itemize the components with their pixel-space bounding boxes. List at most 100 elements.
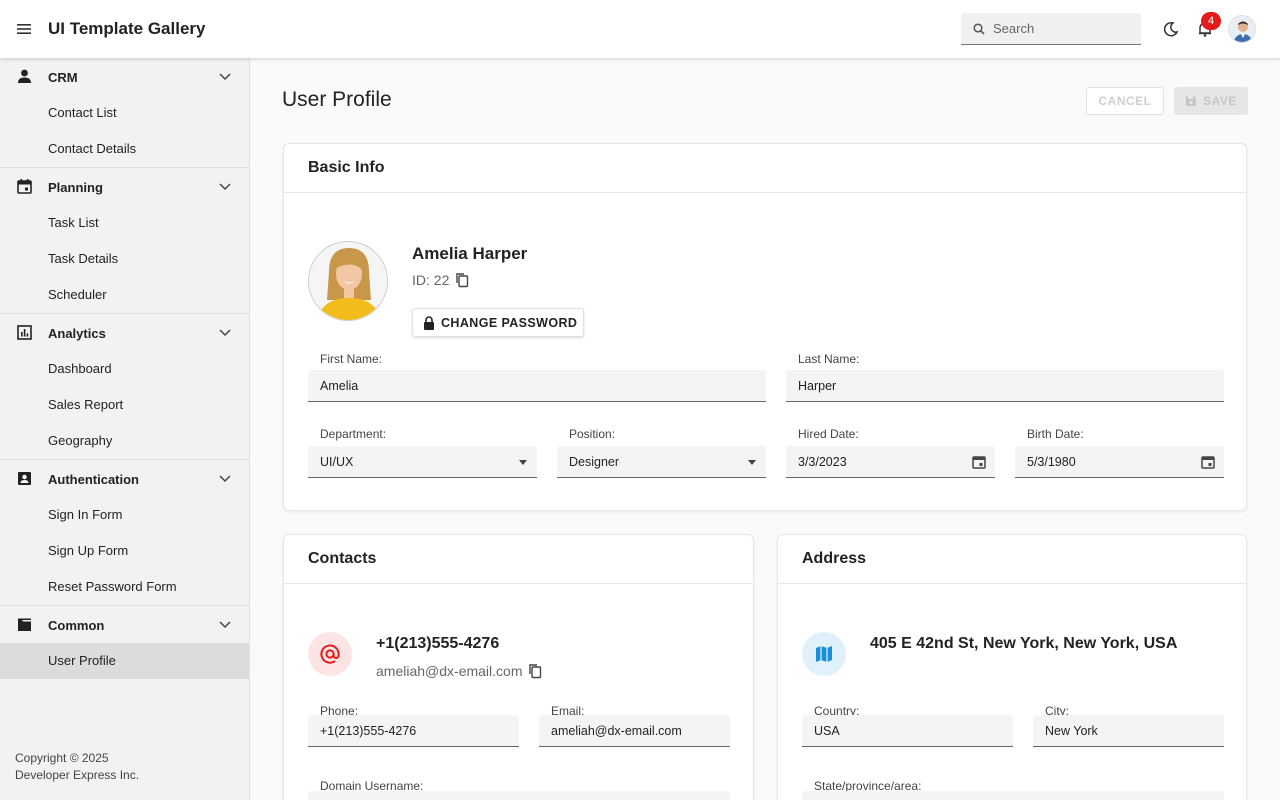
contact-email-text: ameliah@dx-email.com: [376, 663, 523, 679]
profile-photo[interactable]: [308, 241, 388, 321]
contact-email-display: ameliah@dx-email.com: [376, 663, 542, 679]
contact-icon-circle: [308, 632, 352, 676]
hired-date-value: 3/3/2023: [798, 455, 847, 469]
at-sign-icon: [320, 644, 340, 664]
notification-badge: 4: [1201, 12, 1221, 30]
position-label: Position:: [569, 427, 616, 441]
profile-id: ID: 22: [412, 272, 469, 288]
folder-icon: [18, 618, 31, 631]
change-password-label: CHANGE PASSWORD: [441, 315, 578, 330]
nav-group-authentication: Authentication Sign In Form Sign Up Form…: [0, 460, 249, 606]
sidebar-item-sign-in-form[interactable]: Sign In Form: [0, 497, 249, 533]
menu-icon[interactable]: [14, 19, 34, 39]
copyright: Copyright © 2025 Developer Express Inc.: [15, 750, 139, 784]
contact-phone-display: +1(213)555-4276: [376, 635, 500, 652]
nav-group-header-planning[interactable]: Planning: [0, 168, 249, 205]
birth-date-value: 5/3/1980: [1027, 455, 1076, 469]
sidebar: CRM Contact List Contact Details Plannin…: [0, 58, 250, 800]
sidebar-item-sales-report[interactable]: Sales Report: [0, 387, 249, 423]
chevron-down-icon: [219, 183, 231, 191]
cancel-button[interactable]: CANCEL: [1086, 87, 1164, 115]
moon-icon[interactable]: [1162, 20, 1180, 38]
last-name-label: Last Name:: [798, 352, 860, 366]
calendar-icon[interactable]: [971, 454, 987, 470]
email-field[interactable]: ameliah@dx-email.com: [539, 715, 730, 747]
calendar-icon[interactable]: [1200, 454, 1216, 470]
nav-group-header-common[interactable]: Common: [0, 606, 249, 643]
card-heading: Address: [778, 535, 1246, 584]
nav-group-header-authentication[interactable]: Authentication: [0, 460, 249, 497]
nav-group-header-crm[interactable]: CRM: [0, 58, 249, 95]
sidebar-item-sign-up-form[interactable]: Sign Up Form: [0, 533, 249, 569]
department-label: Department:: [320, 427, 387, 441]
nav-group-label: Planning: [48, 180, 103, 195]
card-heading: Basic Info: [284, 144, 1246, 193]
chevron-down-icon: [219, 329, 231, 337]
birth-date-field[interactable]: 5/3/1980: [1015, 446, 1224, 478]
sidebar-item-dashboard[interactable]: Dashboard: [0, 351, 249, 387]
sidebar-item-contact-list[interactable]: Contact List: [0, 95, 249, 131]
nav-group-common: Common User Profile: [0, 606, 249, 679]
sidebar-item-user-profile[interactable]: User Profile: [0, 643, 249, 679]
nav-group-analytics: Analytics Dashboard Sales Report Geograp…: [0, 314, 249, 460]
sidebar-item-contact-details[interactable]: Contact Details: [0, 131, 249, 167]
dropdown-arrow-icon[interactable]: [519, 460, 527, 465]
chevron-down-icon: [219, 475, 231, 483]
hired-date-label: Hired Date:: [798, 427, 859, 441]
country-field[interactable]: USA: [802, 715, 1013, 747]
save-icon: [1186, 96, 1197, 106]
birth-date-label: Birth Date:: [1027, 427, 1084, 441]
state-field[interactable]: [802, 791, 1224, 800]
full-address: 405 E 42nd St, New York, New York, USA: [870, 635, 1178, 652]
chevron-down-icon: [219, 73, 231, 81]
sidebar-item-scheduler[interactable]: Scheduler: [0, 277, 249, 313]
dropdown-arrow-icon[interactable]: [748, 460, 756, 465]
change-password-button[interactable]: CHANGE PASSWORD: [412, 308, 584, 337]
save-label: SAVE: [1203, 94, 1237, 108]
copyright-line: Copyright © 2025: [15, 751, 109, 765]
department-value: UI/UX: [320, 455, 354, 469]
nav-group-label: Common: [48, 618, 105, 633]
sidebar-item-task-details[interactable]: Task Details: [0, 241, 249, 277]
calendar-icon: [17, 179, 32, 194]
search-icon: [973, 22, 985, 35]
chevron-down-icon: [219, 621, 231, 629]
search-input[interactable]: [993, 21, 1133, 36]
lock-icon: [424, 315, 434, 330]
save-button[interactable]: SAVE: [1174, 87, 1248, 115]
sidebar-item-task-list[interactable]: Task List: [0, 205, 249, 241]
position-value: Designer: [569, 455, 620, 469]
position-select[interactable]: Designer: [557, 446, 766, 478]
map-icon: [816, 646, 832, 662]
sidebar-item-geography[interactable]: Geography: [0, 423, 249, 459]
first-name-label: First Name:: [320, 352, 383, 366]
city-field[interactable]: New York: [1033, 715, 1224, 747]
nav-group-label: Analytics: [48, 326, 106, 341]
last-name-field[interactable]: Harper: [786, 370, 1224, 402]
nav-group-label: Authentication: [48, 472, 139, 487]
contacts-card: Contacts +1(213)555-4276 ameliah@dx-emai…: [283, 534, 754, 800]
domain-username-field[interactable]: [308, 791, 730, 800]
search-box[interactable]: [961, 13, 1141, 45]
first-name-field[interactable]: Amelia: [308, 370, 766, 402]
main-content: User Profile CANCEL SAVE Basic Info Amel…: [250, 58, 1280, 800]
profile-id-text: ID: 22: [412, 272, 450, 288]
user-avatar[interactable]: [1228, 15, 1256, 43]
address-icon-circle: [802, 632, 846, 676]
hired-date-field[interactable]: 3/3/2023: [786, 446, 995, 478]
nav-group-label: CRM: [48, 70, 78, 85]
department-select[interactable]: UI/UX: [308, 446, 537, 478]
sidebar-item-reset-password-form[interactable]: Reset Password Form: [0, 569, 249, 605]
chart-icon: [17, 325, 32, 340]
phone-field[interactable]: +1(213)555-4276: [308, 715, 519, 747]
copy-icon[interactable]: [455, 272, 469, 288]
profile-name: Amelia Harper: [412, 244, 528, 263]
copy-icon[interactable]: [528, 663, 542, 679]
page-title: User Profile: [282, 88, 392, 111]
person-icon: [18, 69, 31, 83]
nav-group-planning: Planning Task List Task Details Schedule…: [0, 168, 249, 314]
nav-group-header-analytics[interactable]: Analytics: [0, 314, 249, 351]
app-title: UI Template Gallery: [48, 19, 206, 38]
card-heading: Contacts: [284, 535, 753, 584]
contact-card-icon: [18, 472, 31, 485]
